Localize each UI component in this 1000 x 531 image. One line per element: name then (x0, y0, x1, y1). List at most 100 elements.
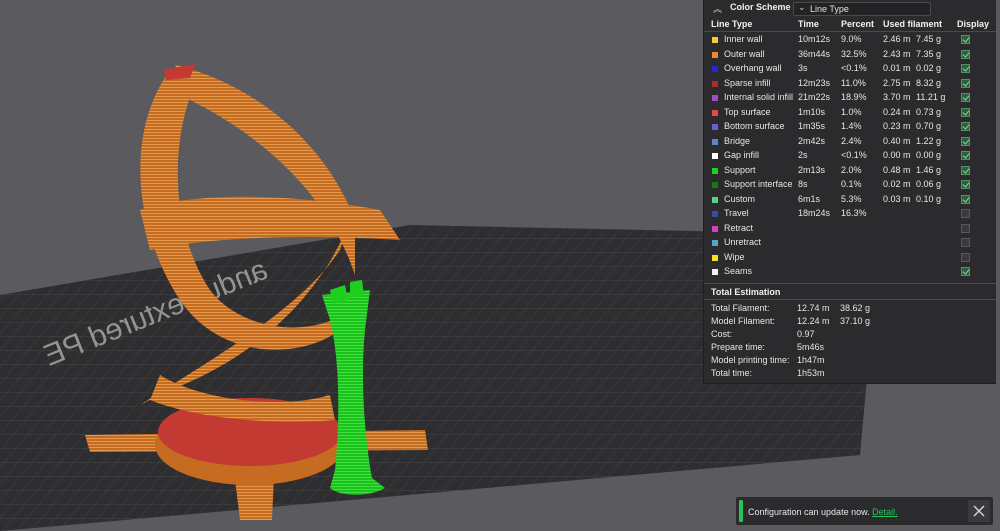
legend-row: Support interface 8s 0.1% 0.02 m 0.06 g (704, 178, 996, 192)
display-checkbox[interactable] (961, 252, 970, 262)
estimation-value: 1h47m (797, 355, 825, 365)
estimation-row: Total time: 1h53m (704, 368, 996, 381)
line-type-length: 0.01 m (883, 63, 911, 73)
header-percent: Percent (841, 19, 875, 29)
display-checkbox[interactable] (961, 93, 970, 102)
display-checkbox[interactable] (961, 180, 970, 189)
line-type-percent: 1.0% (841, 106, 862, 117)
line-type-time: 8s (798, 179, 808, 189)
line-type-percent: 18.9% (841, 92, 867, 102)
color-swatch (712, 269, 718, 275)
color-scheme-dropdown[interactable]: ⌄ Line Type (793, 2, 931, 16)
display-checkbox[interactable] (961, 49, 970, 59)
estimation-title: Total Estimation (711, 287, 781, 297)
estimation-row: Model printing time: 1h47m (704, 355, 996, 368)
legend-row: Retract (704, 222, 996, 236)
estimation-value-secondary: 38.62 g (840, 303, 871, 313)
line-type-name: Internal solid infill (724, 92, 794, 102)
line-type-length: 0.48 m (883, 164, 911, 175)
line-type-name: Overhang wall (724, 63, 782, 73)
line-type-weight: 7.45 g (916, 34, 942, 44)
header-line-type: Line Type (711, 19, 753, 29)
chevron-down-icon: ⌄ (798, 2, 806, 12)
legend-row: Gap infill 2s <0.1% 0.00 m 0.00 g (704, 149, 996, 163)
estimation-row: Model Filament: 12.24 m 37.10 g (704, 316, 996, 329)
estimation-value: 5m46s (797, 342, 825, 352)
line-type-weight: 0.06 g (916, 179, 942, 189)
line-type-length: 3.70 m (883, 92, 911, 102)
notification-detail-link[interactable]: Detail. (872, 507, 898, 517)
color-swatch (712, 153, 718, 159)
line-type-percent: 11.0% (841, 77, 866, 88)
display-checkbox[interactable] (961, 223, 970, 233)
display-checkbox[interactable] (961, 122, 970, 131)
legend-row: Custom 6m1s 5.3% 0.03 m 0.10 g (704, 193, 996, 207)
estimation-label: Cost: (711, 329, 733, 339)
line-type-weight: 1.46 g (916, 164, 942, 175)
display-checkbox[interactable] (961, 165, 970, 175)
display-checkbox[interactable] (961, 107, 970, 117)
line-type-percent: 1.4% (841, 121, 862, 131)
line-type-name: Gap infill (724, 150, 760, 160)
line-type-time: 21m22s (798, 92, 831, 102)
line-type-weight: 0.70 g (916, 121, 942, 131)
header-used-filament: Used filament (883, 19, 943, 29)
line-type-weight: 8.32 g (916, 77, 942, 88)
line-type-length: 0.24 m (883, 106, 911, 117)
line-type-name: Wipe (724, 251, 745, 262)
line-type-weight: 1.22 g (916, 135, 942, 146)
color-swatch (712, 196, 718, 203)
display-checkbox[interactable] (961, 35, 970, 44)
color-swatch (712, 240, 718, 246)
header-separator (704, 31, 996, 32)
color-scheme-value: Line Type (810, 4, 849, 14)
display-checkbox[interactable] (961, 78, 970, 88)
line-type-length: 0.40 m (883, 135, 911, 146)
display-checkbox[interactable] (961, 267, 970, 276)
line-type-length: 2.46 m (883, 34, 911, 44)
notification-message: Configuration can update now. Detail. (748, 507, 898, 517)
line-type-time: 3s (798, 63, 808, 73)
line-type-time: 36m44s (798, 48, 831, 59)
estimation-row: Total Filament: 12.74 m 38.62 g (704, 303, 996, 316)
line-type-time: 2s (798, 150, 808, 160)
display-checkbox[interactable] (961, 151, 970, 160)
display-checkbox[interactable] (961, 136, 970, 146)
estimation-label: Model Filament: (711, 316, 776, 326)
line-type-time: 18m24s (798, 208, 831, 218)
legend-header: ︽ Color Scheme ⌄ Line Type (704, 0, 996, 16)
line-type-name: Support (724, 164, 756, 175)
line-type-weight: 0.10 g (916, 193, 942, 204)
display-checkbox[interactable] (961, 64, 970, 73)
close-icon (973, 505, 985, 517)
estimation-row: Prepare time: 5m46s (704, 342, 996, 355)
line-type-name: Travel (724, 208, 749, 218)
legend-title: Color Scheme (730, 2, 791, 12)
line-type-name: Bottom surface (724, 121, 785, 131)
legend-row: Wipe (704, 251, 996, 265)
line-type-weight: 0.73 g (916, 106, 942, 117)
line-type-percent: 5.3% (841, 193, 862, 204)
color-swatch (712, 124, 718, 130)
line-type-name: Inner wall (724, 34, 763, 44)
display-checkbox[interactable] (961, 194, 970, 204)
estimation-value: 0.97 (797, 329, 815, 339)
line-type-weight: 11.21 g (916, 92, 946, 102)
estimation-title-separator (704, 299, 996, 300)
line-type-weight: 7.35 g (916, 48, 942, 59)
estimation-row: Cost: 0.97 (704, 329, 996, 342)
line-type-name: Sparse infill (724, 77, 771, 88)
line-type-percent: <0.1% (841, 63, 867, 73)
line-type-percent: 9.0% (841, 34, 862, 44)
line-type-percent: 32.5% (841, 48, 867, 59)
close-button[interactable] (968, 500, 990, 522)
display-checkbox[interactable] (961, 209, 970, 218)
line-type-name: Seams (724, 266, 753, 276)
line-type-time: 1m10s (798, 106, 826, 117)
color-swatch (712, 167, 718, 174)
line-type-weight: 0.02 g (916, 63, 942, 73)
collapse-icon[interactable]: ︽ (713, 2, 722, 15)
legend-panel: ︽ Color Scheme ⌄ Line Type Line Type Tim… (703, 0, 996, 384)
display-checkbox[interactable] (961, 238, 970, 247)
legend-row: Seams (704, 265, 996, 279)
